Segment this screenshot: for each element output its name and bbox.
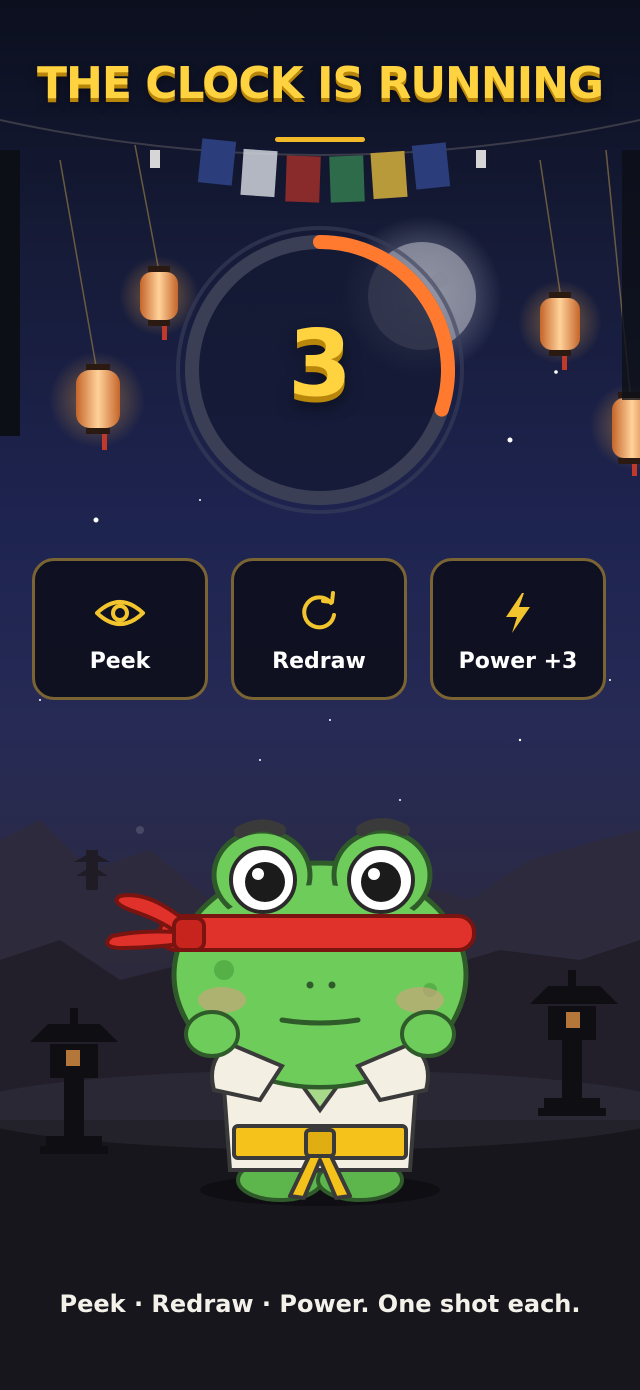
footer-hint: Peek · Redraw · Power. One shot each. [59,1290,581,1318]
red-headband [158,914,476,952]
nostril [328,981,336,989]
right-eyebrow [356,818,410,836]
left-cheek [198,987,246,1013]
nostril [306,981,314,989]
belt-knot [304,1128,336,1158]
left-eyebrow [234,819,286,838]
right-hand [400,1010,456,1058]
headband-knot [172,916,206,952]
frog-ninja-character [105,818,476,1206]
left-hand [184,1010,240,1058]
right-cheek [396,987,444,1013]
game-screen: THE CLOCK IS RUNNING 3 Peek Redraw Power… [0,0,640,1390]
